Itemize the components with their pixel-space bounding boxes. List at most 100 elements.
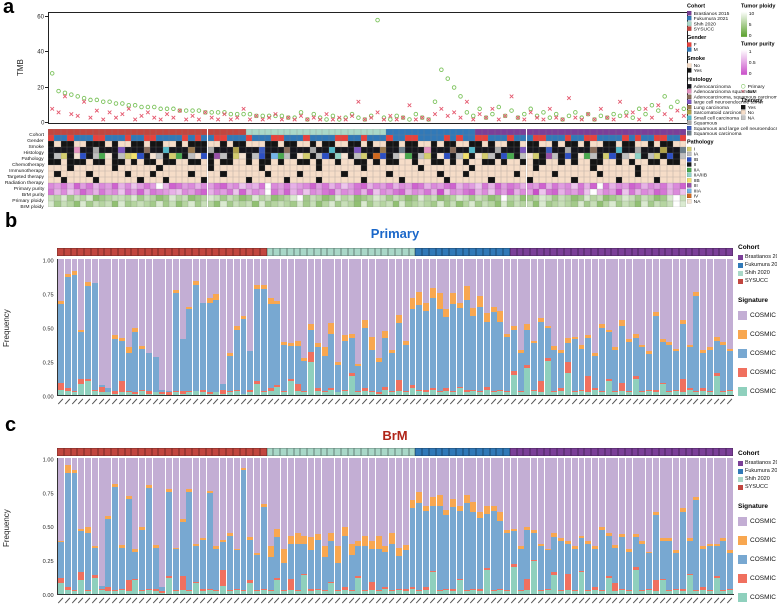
- bar-segment: [241, 319, 247, 394]
- bar-segment: [626, 458, 632, 549]
- bar-segment: [579, 391, 585, 395]
- stacked-bar: [626, 259, 632, 395]
- x-tick-label-mark: [720, 598, 725, 604]
- brm-tmb-point: [433, 112, 437, 116]
- bar-segment: [349, 338, 355, 373]
- stacked-bar: [633, 458, 639, 594]
- bar-segment: [308, 330, 314, 352]
- bar-segment: [362, 546, 368, 590]
- bar-segment: [220, 542, 226, 569]
- bar-segment: [78, 572, 84, 580]
- x-tick-label-mark: [518, 399, 523, 405]
- bar-segment: [376, 591, 382, 594]
- bar-segment: [410, 508, 416, 587]
- x-tick-label-mark: [382, 598, 387, 604]
- panel-b-cohort-strip: [57, 248, 733, 256]
- cohort-strip-cell: [192, 248, 199, 256]
- bar-segment: [579, 259, 585, 345]
- bar-segment: [65, 473, 71, 587]
- brm-tmb-point: [178, 109, 182, 113]
- bar-segment: [443, 590, 449, 594]
- cohort-strip-cell: [280, 248, 287, 256]
- bar-segment: [470, 259, 476, 308]
- bar-segment: [362, 536, 368, 547]
- bar-segment: [470, 512, 476, 588]
- x-tick-label-mark: [152, 399, 157, 405]
- panel-c-title: BrM: [295, 428, 495, 443]
- stacked-bar: [78, 458, 84, 594]
- tmb-axis-ticks: 0204060: [20, 12, 46, 122]
- bar-segment: [335, 392, 341, 395]
- bar-segment: [653, 259, 659, 312]
- heatmap-cell: [680, 147, 686, 153]
- heatmap-row: [48, 201, 686, 207]
- bar-segment: [92, 391, 98, 395]
- primary-tmb-point: [414, 112, 418, 116]
- bar-segment: [362, 259, 368, 320]
- legend-swatch: [738, 255, 743, 260]
- cohort-strip-cell: [692, 248, 699, 256]
- cohort-strip-cell: [652, 248, 659, 256]
- bar-segment: [288, 381, 294, 395]
- legend-swatch: [687, 173, 691, 177]
- bar-segment: [295, 533, 301, 544]
- bar-segment: [119, 548, 125, 589]
- bar-segment: [234, 590, 240, 594]
- heatmap-row-label: Gender: [27, 137, 44, 143]
- bar-segment: [464, 300, 470, 390]
- bar-segment: [261, 507, 267, 589]
- bar-segment: [261, 259, 267, 285]
- bar-segment: [72, 591, 78, 594]
- legend-swatch: [687, 168, 691, 172]
- legend-cohort-item: Shih 2020: [738, 475, 777, 483]
- x-tick-label-mark: [308, 598, 313, 604]
- primary-tmb-point: [63, 91, 67, 95]
- stacked-bar: [227, 458, 233, 594]
- x-tick-label-mark: [200, 399, 205, 405]
- legend-cohort-label: SYSUCC: [745, 278, 768, 284]
- stacked-bar: [484, 458, 490, 594]
- bar-segment: [186, 591, 192, 594]
- bar-segment: [437, 259, 443, 293]
- bar-segment: [322, 347, 328, 355]
- stacked-bar: [410, 259, 416, 395]
- stacked-bar: [362, 259, 368, 395]
- bar-segment: [382, 259, 388, 331]
- x-tick-label-mark: [288, 598, 293, 604]
- cohort-strip-cell: [172, 448, 179, 456]
- bar-segment: [153, 458, 159, 545]
- primary-tmb-point: [76, 95, 80, 99]
- legend-swatch: [687, 199, 691, 203]
- bar-segment: [579, 458, 585, 536]
- legend-panel-b: CohortBrastianos 2015Fukumura 2021Shih 2…: [738, 244, 777, 401]
- stacked-bar: [132, 458, 138, 594]
- bar-segment: [470, 316, 476, 389]
- legend-swatch: [738, 593, 747, 602]
- bar-segment: [139, 591, 145, 594]
- bar-segment: [105, 392, 111, 395]
- stacked-bar: [65, 458, 71, 594]
- x-tick-label-mark: [659, 598, 664, 604]
- bar-segment: [112, 339, 118, 391]
- bar-segment: [382, 552, 388, 587]
- bar-segment: [119, 458, 125, 545]
- stacked-bar: [524, 259, 530, 395]
- brm-tmb-point: [325, 112, 329, 116]
- x-tick-label-mark: [315, 598, 320, 604]
- cohort-strip-cell: [429, 448, 436, 456]
- x-tick-label-mark: [599, 399, 604, 405]
- bar-segment: [159, 593, 165, 594]
- bar-segment: [227, 392, 233, 395]
- bar-segment: [126, 353, 132, 391]
- brm-marker-icon: ✕: [741, 89, 745, 93]
- bar-segment: [186, 309, 192, 391]
- stacked-bar: [85, 259, 91, 395]
- stacked-bar: [707, 458, 713, 594]
- bar-segment: [545, 259, 551, 326]
- clinical-heatmap: [48, 129, 686, 209]
- bar-segment: [315, 347, 321, 388]
- cohort-strip-cell: [280, 448, 287, 456]
- panel-c-cohort-strip: [57, 448, 733, 456]
- bar-segment: [565, 590, 571, 594]
- bar-segment: [180, 458, 186, 519]
